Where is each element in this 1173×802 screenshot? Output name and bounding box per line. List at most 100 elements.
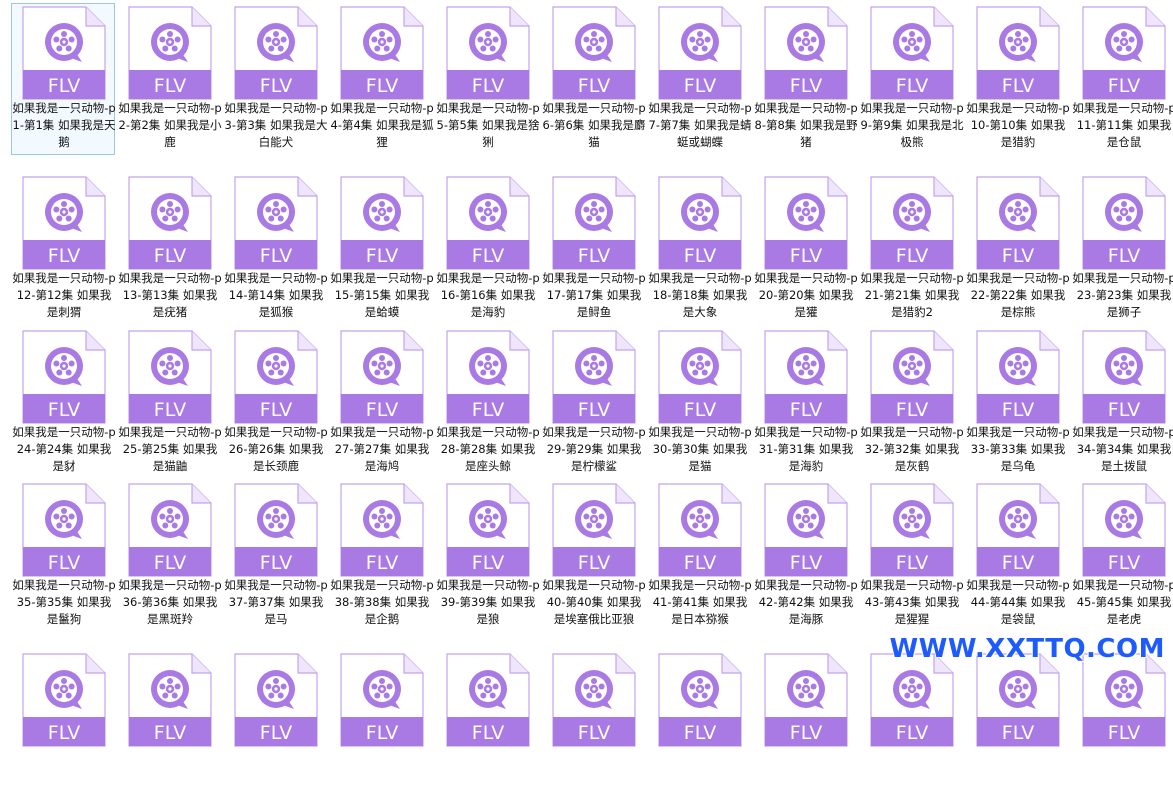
file-item[interactable]: FLV 如果我是一只动物-p26-第26集 如果我是长颈鹿 (223, 327, 328, 479)
file-item[interactable]: FLV 如果我是一只动物-p4-第4集 如果我是狐狸 (329, 3, 434, 155)
file-item[interactable]: FLV 如果我是一只动物-p9-第9集 如果我是北极熊 (859, 3, 964, 155)
file-item[interactable]: FLV (117, 650, 221, 802)
file-name-label: 如果我是一只动物-p41-第41集 如果我是日本猕猴 (648, 578, 752, 626)
flv-file-icon: FLV (128, 6, 212, 100)
file-item[interactable]: FLV 如果我是一只动物-p1-第1集 如果我是天鹅 (11, 3, 116, 155)
file-item[interactable]: FLV (541, 650, 645, 802)
flv-file-icon: FLV (1082, 483, 1166, 577)
flv-file-icon: FLV (658, 483, 742, 577)
file-name-label: 如果我是一只动物-p4-第4集 如果我是狐狸 (330, 101, 434, 149)
file-item[interactable]: FLV 如果我是一只动物-p12-第12集 如果我是刺猬 (11, 173, 116, 325)
file-item[interactable]: FLV (753, 650, 857, 802)
file-item[interactable]: FLV 如果我是一只动物-p23-第23集 如果我是狮子 (1071, 173, 1173, 325)
flv-file-icon: FLV (552, 330, 636, 424)
file-item[interactable]: FLV 如果我是一只动物-p25-第25集 如果我是猫鼬 (117, 327, 222, 479)
file-item[interactable]: FLV 如果我是一只动物-p15-第15集 如果我是蛤蟆 (329, 173, 434, 325)
file-item[interactable]: FLV 如果我是一只动物-p8-第8集 如果我是野猪 (753, 3, 858, 155)
file-item[interactable]: FLV 如果我是一只动物-p13-第13集 如果我是疣猪 (117, 173, 222, 325)
file-item[interactable]: FLV 如果我是一只动物-p43-第43集 如果我是猩猩 (859, 480, 964, 632)
file-item[interactable]: FLV 如果我是一只动物-p21-第21集 如果我是猎豹2 (859, 173, 964, 325)
file-item[interactable]: FLV 如果我是一只动物-p11-第11集 如果我是仓鼠 (1071, 3, 1173, 155)
file-item[interactable]: FLV 如果我是一只动物-p3-第3集 如果我是大白能犬 (223, 3, 328, 155)
file-name-label: 如果我是一只动物-p18-第18集 如果我是大象 (648, 271, 752, 319)
file-item[interactable]: FLV 如果我是一只动物-p44-第44集 如果我是袋鼠 (965, 480, 1070, 632)
flv-file-icon: FLV (870, 483, 954, 577)
file-item[interactable]: FLV 如果我是一只动物-p37-第37集 如果我是马 (223, 480, 328, 632)
flv-file-icon: FLV (976, 6, 1060, 100)
file-item[interactable]: FLV 如果我是一只动物-p24-第24集 如果我是豺 (11, 327, 116, 479)
file-item[interactable]: FLV 如果我是一只动物-p38-第38集 如果我是企鹅 (329, 480, 434, 632)
file-item[interactable]: FLV 如果我是一只动物-p20-第20集 如果我是獾 (753, 173, 858, 325)
flv-file-icon: FLV (128, 483, 212, 577)
file-name-label: 如果我是一只动物-p30-第30集 如果我是猫 (648, 425, 752, 473)
file-type-text: FLV (366, 75, 398, 97)
file-item[interactable]: FLV 如果我是一只动物-p32-第32集 如果我是灰鹤 (859, 327, 964, 479)
file-item[interactable]: FLV 如果我是一只动物-p39-第39集 如果我是狼 (435, 480, 540, 632)
file-item[interactable]: FLV 如果我是一只动物-p6-第6集 如果我是麝猫 (541, 3, 646, 155)
file-item[interactable]: FLV (11, 650, 115, 802)
file-item[interactable]: FLV 如果我是一只动物-p36-第36集 如果我是黑斑羚 (117, 480, 222, 632)
file-name-label: 如果我是一只动物-p42-第42集 如果我是海豚 (754, 578, 858, 626)
file-item[interactable]: FLV 如果我是一只动物-p42-第42集 如果我是海豚 (753, 480, 858, 632)
file-type-text: FLV (472, 75, 504, 97)
file-item[interactable]: FLV 如果我是一只动物-p17-第17集 如果我是鲟鱼 (541, 173, 646, 325)
flv-file-icon: FLV (764, 330, 848, 424)
file-item[interactable]: FLV 如果我是一只动物-p10-第10集 如果我是猎豹 (965, 3, 1070, 155)
file-name-label: 如果我是一只动物-p22-第22集 如果我是棕熊 (966, 271, 1070, 319)
file-name-label: 如果我是一只动物-p11-第11集 如果我是仓鼠 (1072, 101, 1173, 149)
flv-file-icon: FLV (764, 176, 848, 270)
file-name-label: 如果我是一只动物-p27-第27集 如果我是海鸠 (330, 425, 434, 473)
file-item[interactable]: FLV 如果我是一只动物-p7-第7集 如果我是蜻蜓或蝴蝶 (647, 3, 752, 155)
flv-file-icon: FLV (1082, 176, 1166, 270)
file-item[interactable]: FLV (859, 650, 963, 802)
file-item[interactable]: FLV 如果我是一只动物-p27-第27集 如果我是海鸠 (329, 327, 434, 479)
flv-file-icon: FLV (22, 176, 106, 270)
flv-file-icon: FLV (128, 176, 212, 270)
file-name-label: 如果我是一只动物-p23-第23集 如果我是狮子 (1072, 271, 1173, 319)
file-name-label: 如果我是一只动物-p20-第20集 如果我是獾 (754, 271, 858, 319)
flv-file-icon: FLV (976, 483, 1060, 577)
file-name-label: 如果我是一只动物-p45-第45集 如果我是老虎 (1072, 578, 1173, 626)
file-type-text: FLV (472, 399, 504, 421)
file-item[interactable]: FLV (329, 650, 433, 802)
flv-file-icon: FLV (22, 653, 106, 747)
file-name-label: 如果我是一只动物-p33-第33集 如果我是乌龟 (966, 425, 1070, 473)
file-item[interactable]: FLV 如果我是一只动物-p5-第5集 如果我是猞猁 (435, 3, 540, 155)
file-item[interactable]: FLV (1071, 650, 1173, 802)
file-type-text: FLV (684, 399, 716, 421)
flv-file-icon: FLV (976, 176, 1060, 270)
file-item[interactable]: FLV 如果我是一只动物-p29-第29集 如果我是柠檬鲨 (541, 327, 646, 479)
file-name-label: 如果我是一只动物-p7-第7集 如果我是蜻蜓或蝴蝶 (648, 101, 752, 149)
file-item[interactable]: FLV 如果我是一只动物-p40-第40集 如果我是埃塞俄比亚狼 (541, 480, 646, 632)
file-item[interactable]: FLV 如果我是一只动物-p41-第41集 如果我是日本猕猴 (647, 480, 752, 632)
file-item[interactable]: FLV 如果我是一只动物-p28-第28集 如果我是座头鲸 (435, 327, 540, 479)
flv-file-icon: FLV (1082, 653, 1166, 747)
file-item[interactable]: FLV 如果我是一只动物-p18-第18集 如果我是大象 (647, 173, 752, 325)
file-item[interactable]: FLV 如果我是一只动物-p14-第14集 如果我是狐猴 (223, 173, 328, 325)
file-item[interactable]: FLV 如果我是一只动物-p31-第31集 如果我是海豹 (753, 327, 858, 479)
file-item[interactable]: FLV (647, 650, 751, 802)
file-name-label: 如果我是一只动物-p13-第13集 如果我是疣猪 (118, 271, 222, 319)
file-name-label: 如果我是一只动物-p2-第2集 如果我是小鹿 (118, 101, 222, 149)
file-item[interactable]: FLV 如果我是一只动物-p33-第33集 如果我是乌龟 (965, 327, 1070, 479)
file-item[interactable]: FLV 如果我是一只动物-p22-第22集 如果我是棕熊 (965, 173, 1070, 325)
file-name-label: 如果我是一只动物-p26-第26集 如果我是长颈鹿 (224, 425, 328, 473)
file-type-text: FLV (48, 399, 80, 421)
file-item[interactable]: FLV 如果我是一只动物-p16-第16集 如果我是海豹 (435, 173, 540, 325)
flv-file-icon: FLV (1082, 6, 1166, 100)
file-item[interactable]: FLV 如果我是一只动物-p2-第2集 如果我是小鹿 (117, 3, 222, 155)
file-item[interactable]: FLV 如果我是一只动物-p30-第30集 如果我是猫 (647, 327, 752, 479)
file-item[interactable]: FLV 如果我是一只动物-p45-第45集 如果我是老虎 (1071, 480, 1173, 632)
file-item[interactable]: FLV (965, 650, 1069, 802)
file-name-label: 如果我是一只动物-p28-第28集 如果我是座头鲸 (436, 425, 540, 473)
flv-file-icon: FLV (22, 483, 106, 577)
file-item[interactable]: FLV (435, 650, 539, 802)
file-name-label: 如果我是一只动物-p31-第31集 如果我是海豹 (754, 425, 858, 473)
file-item[interactable]: FLV (223, 650, 327, 802)
file-type-text: FLV (1108, 245, 1140, 267)
file-type-text: FLV (896, 245, 928, 267)
file-item[interactable]: FLV 如果我是一只动物-p35-第35集 如果我是鬣狗 (11, 480, 116, 632)
flv-file-icon: FLV (552, 176, 636, 270)
file-name-label: 如果我是一只动物-p44-第44集 如果我是袋鼠 (966, 578, 1070, 626)
file-item[interactable]: FLV 如果我是一只动物-p34-第34集 如果我是土拨鼠 (1071, 327, 1173, 479)
